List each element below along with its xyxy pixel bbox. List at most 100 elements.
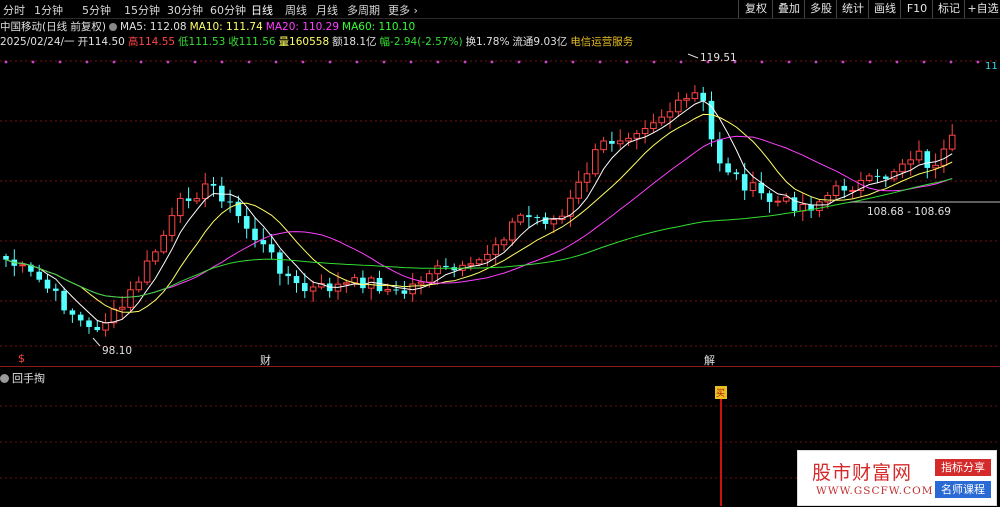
candle-body[interactable]: [443, 265, 449, 268]
candle-body[interactable]: [3, 256, 9, 260]
candle-body[interactable]: [475, 259, 483, 265]
candle-body[interactable]: [293, 276, 300, 284]
tab-30min[interactable]: 30分钟: [167, 2, 203, 18]
candle-body[interactable]: [376, 277, 383, 292]
candle-body[interactable]: [907, 159, 915, 165]
candle-body[interactable]: [799, 203, 807, 212]
candle-body[interactable]: [658, 116, 666, 124]
tab-multi-period[interactable]: 多周期: [347, 2, 380, 18]
candle-body[interactable]: [185, 198, 192, 201]
candle-body[interactable]: [77, 314, 84, 321]
tab-more[interactable]: 更多 ›: [388, 2, 418, 18]
candle-body[interactable]: [193, 198, 201, 202]
draw-line-button[interactable]: 画线: [868, 0, 901, 18]
stock-name[interactable]: 中国移动(日线 前复权): [0, 21, 106, 33]
add-watchlist-button[interactable]: +自选: [964, 0, 1000, 18]
candle-body[interactable]: [691, 92, 699, 100]
candle-body[interactable]: [252, 228, 258, 241]
tab-monthly[interactable]: 月线: [316, 2, 338, 18]
candle-body[interactable]: [36, 271, 42, 280]
tab-60min[interactable]: 60分钟: [210, 2, 246, 18]
candle-body[interactable]: [160, 234, 167, 253]
candle-body[interactable]: [700, 92, 706, 101]
candle-body[interactable]: [61, 290, 67, 311]
candle-body[interactable]: [53, 288, 59, 291]
candle-body[interactable]: [609, 140, 615, 144]
candle-body[interactable]: [883, 176, 889, 179]
candle-body[interactable]: [343, 282, 350, 285]
settings-circle-icon[interactable]: [109, 23, 118, 31]
candle-body[interactable]: [102, 322, 109, 331]
tab-5min[interactable]: 5分钟: [82, 2, 111, 18]
candle-body[interactable]: [127, 289, 134, 308]
candle-body[interactable]: [143, 260, 151, 283]
candle-body[interactable]: [135, 281, 143, 291]
candle-body[interactable]: [641, 127, 649, 135]
candle-body[interactable]: [484, 253, 491, 261]
candle-body[interactable]: [633, 133, 641, 139]
candle-body[interactable]: [118, 306, 126, 310]
pane-divider[interactable]: [0, 366, 1000, 367]
candle-body[interactable]: [177, 197, 184, 217]
candle-body[interactable]: [526, 215, 532, 218]
candle-body[interactable]: [227, 201, 233, 203]
tab-weekly[interactable]: 周线: [285, 2, 307, 18]
candle-body[interactable]: [260, 240, 267, 245]
tab-1min[interactable]: 1分钟: [34, 2, 63, 18]
candle-body[interactable]: [434, 265, 441, 275]
candle-body[interactable]: [816, 201, 823, 212]
tab-fenshi[interactable]: 分时: [3, 2, 25, 18]
candle-body[interactable]: [168, 215, 176, 236]
multi-stock-button[interactable]: 多股: [804, 0, 837, 18]
candle-body[interactable]: [393, 289, 399, 291]
candle-body[interactable]: [277, 252, 283, 274]
candle-body[interactable]: [152, 251, 159, 262]
candle-body[interactable]: [841, 185, 848, 191]
candle-body[interactable]: [268, 244, 275, 253]
candle-body[interactable]: [924, 151, 931, 168]
candle-body[interactable]: [824, 194, 832, 203]
candle-body[interactable]: [509, 221, 516, 241]
tab-15min[interactable]: 15分钟: [124, 2, 160, 18]
candle-body[interactable]: [616, 140, 624, 145]
candle-body[interactable]: [915, 150, 923, 161]
statistics-button[interactable]: 统计: [836, 0, 869, 18]
candle-body[interactable]: [782, 196, 790, 202]
candle-body[interactable]: [401, 290, 408, 294]
candle-body[interactable]: [210, 183, 217, 186]
candle-body[interactable]: [492, 244, 499, 255]
candle-body[interactable]: [360, 277, 366, 289]
candle-body[interactable]: [683, 98, 690, 101]
candle-body[interactable]: [600, 140, 607, 151]
candle-body[interactable]: [110, 308, 118, 324]
candle-body[interactable]: [948, 134, 956, 150]
candle-body[interactable]: [417, 281, 425, 285]
candle-body[interactable]: [650, 122, 657, 129]
candle-body[interactable]: [302, 283, 308, 292]
candle-body[interactable]: [932, 164, 939, 169]
candle-body[interactable]: [774, 200, 782, 203]
candle-body[interactable]: [94, 326, 101, 331]
candle-body[interactable]: [675, 99, 682, 113]
restore-right-button[interactable]: 复权: [738, 0, 773, 18]
candle-body[interactable]: [766, 193, 773, 202]
candle-body[interactable]: [285, 273, 291, 277]
candle-body[interactable]: [575, 181, 583, 199]
candle-body[interactable]: [467, 263, 475, 266]
candle-body[interactable]: [733, 172, 740, 175]
candle-body[interactable]: [717, 139, 723, 164]
overlay-button[interactable]: 叠加: [772, 0, 805, 18]
candle-body[interactable]: [19, 264, 26, 267]
candle-body[interactable]: [69, 310, 76, 315]
tab-daily[interactable]: 日线: [251, 2, 273, 18]
candle-body[interactable]: [517, 214, 524, 223]
candle-body[interactable]: [741, 174, 748, 191]
candle-body[interactable]: [309, 286, 317, 292]
event-dividend-marker[interactable]: $: [18, 352, 25, 365]
candle-body[interactable]: [725, 163, 731, 173]
candle-body[interactable]: [583, 173, 591, 183]
candle-body[interactable]: [201, 183, 209, 200]
candle-body[interactable]: [865, 175, 873, 181]
mark-button[interactable]: 标记: [932, 0, 965, 18]
candle-body[interactable]: [542, 217, 549, 224]
